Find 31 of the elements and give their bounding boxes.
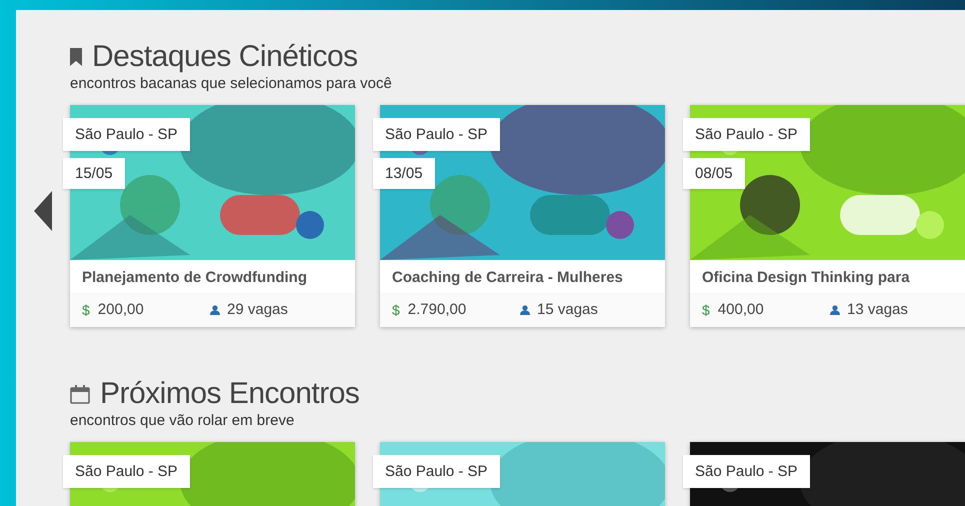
event-title: Oficina Design Thinking para <box>701 268 911 288</box>
location-tag: São Paulo - SP <box>373 455 500 488</box>
event-title: Coaching de Carreira - Mulheres <box>391 268 624 288</box>
section-subtitle: encontros bacanas que selecionamos para você <box>70 75 393 93</box>
seats-count: 15 vagas <box>537 300 598 320</box>
location-tag: São Paulo - SP <box>373 118 500 151</box>
location-tag: São Paulo - SP <box>683 118 810 151</box>
date-tag: 08/05 <box>683 158 745 189</box>
event-title: Planejamento de Crowdfunding <box>81 268 308 288</box>
location-tag: São Paulo - SP <box>683 455 810 488</box>
price: 400,00 <box>718 300 764 320</box>
seats-count: 13 vagas <box>847 300 908 320</box>
person-icon <box>830 305 840 315</box>
dollar-sign: $ <box>702 301 710 320</box>
location-tag: São Paulo - SP <box>63 118 190 151</box>
date-tag: 13/05 <box>373 158 435 189</box>
section-subtitle: encontros que vão rolar em breve <box>70 412 296 430</box>
location-tag: São Paulo - SP <box>63 455 190 488</box>
previous-arrow[interactable] <box>34 191 52 231</box>
price: 2.790,00 <box>408 300 466 320</box>
dollar-sign: $ <box>82 301 90 320</box>
date-tag: 15/05 <box>63 158 125 189</box>
price: 200,00 <box>98 300 144 320</box>
section-title: Próximos Encontros <box>100 377 360 411</box>
seats-count: 29 vagas <box>227 300 288 320</box>
dollar-sign: $ <box>392 301 400 320</box>
section-title: Destaques Cinéticos <box>92 40 358 74</box>
person-icon <box>520 305 530 315</box>
bookmark-icon <box>70 48 82 66</box>
person-icon <box>210 305 220 315</box>
calendar-icon <box>70 384 90 404</box>
